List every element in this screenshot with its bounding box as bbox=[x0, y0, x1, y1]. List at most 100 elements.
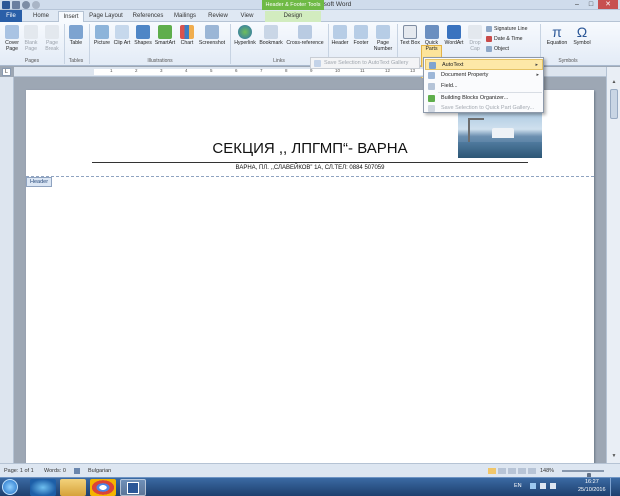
tab-home[interactable]: Home bbox=[28, 11, 54, 22]
separator bbox=[230, 24, 231, 64]
print-layout-icon[interactable] bbox=[488, 468, 496, 474]
quick-parts-button[interactable]: Quick Parts bbox=[421, 25, 442, 52]
hyperlink-button[interactable]: Hyperlink bbox=[232, 25, 258, 46]
shapes-button[interactable]: Shapes bbox=[133, 25, 153, 46]
drop-cap-button[interactable]: Drop Cap bbox=[466, 25, 484, 52]
zoom-level[interactable]: 148% bbox=[540, 468, 554, 474]
signature-line-button[interactable]: Signature Line bbox=[486, 26, 527, 32]
tray-flag-icon[interactable] bbox=[530, 483, 536, 489]
date-time-button[interactable]: Date & Time bbox=[486, 36, 523, 42]
page-break-button[interactable]: Page Break bbox=[42, 25, 62, 52]
close-button[interactable]: ✕ bbox=[598, 0, 618, 9]
file-explorer-icon[interactable] bbox=[60, 479, 86, 496]
blank-page-icon bbox=[24, 25, 38, 39]
scroll-thumb[interactable] bbox=[610, 89, 618, 119]
header-address[interactable]: ВАРНА, ПЛ. ,,СЛАВЕЙКОВ” 1А, СЛ.ТЕЛ: 0884… bbox=[26, 165, 594, 171]
header-title[interactable]: СЕКЦИЯ ,, ЛПГМП“- ВАРНА bbox=[26, 140, 594, 157]
separator bbox=[89, 24, 90, 64]
cross-reference-icon bbox=[298, 25, 312, 39]
footer-button[interactable]: Footer bbox=[351, 25, 371, 46]
text-box-icon bbox=[403, 25, 417, 39]
ruler-number: 1 bbox=[110, 68, 113, 73]
chrome-icon[interactable] bbox=[90, 479, 116, 496]
ruler-number: 2 bbox=[135, 68, 138, 73]
blank-page-button[interactable]: Blank Page bbox=[22, 25, 40, 52]
bookmark-button[interactable]: Bookmark bbox=[258, 25, 284, 46]
internet-explorer-icon[interactable] bbox=[30, 479, 56, 496]
quick-parts-menu: AutoText ▸ Document Property ▸ Field... Bu… bbox=[423, 57, 544, 113]
clip-art-button[interactable]: Clip Art bbox=[113, 25, 131, 46]
equation-button[interactable]: π Equation bbox=[543, 25, 571, 46]
status-bar: Page: 1 of 1 Words: 0 Bulgarian 148% bbox=[0, 463, 620, 481]
tab-page-layout[interactable]: Page Layout bbox=[88, 11, 124, 22]
tab-design[interactable]: Design bbox=[265, 11, 321, 22]
status-words[interactable]: Words: 0 bbox=[44, 468, 66, 474]
header-button[interactable]: Header bbox=[330, 25, 350, 46]
calendar-icon bbox=[486, 36, 492, 42]
text-box-button[interactable]: Text Box bbox=[400, 25, 420, 46]
word-icon bbox=[127, 482, 139, 494]
menu-item-document-property[interactable]: Document Property ▸ bbox=[425, 70, 543, 81]
table-button[interactable]: Table bbox=[66, 25, 86, 46]
group-symbols-label: Symbols bbox=[558, 58, 578, 64]
building-blocks-icon bbox=[428, 95, 435, 102]
cross-reference-button[interactable]: Cross-reference bbox=[285, 25, 325, 46]
save-selection-autotext-item: Save Selection to AutoText Gallery bbox=[310, 57, 420, 69]
vertical-ruler[interactable] bbox=[0, 77, 14, 463]
menu-item-autotext[interactable]: AutoText ▸ bbox=[425, 59, 543, 70]
picture-button[interactable]: Picture bbox=[92, 25, 112, 46]
vertical-scrollbar[interactable]: ▲ ▼ bbox=[606, 67, 620, 463]
symbol-button[interactable]: Ω Symbol bbox=[572, 25, 592, 46]
wordart-button[interactable]: WordArt bbox=[443, 25, 465, 46]
cover-page-button[interactable]: Cover Page bbox=[3, 25, 21, 52]
tray-date[interactable]: 25/10/2016 bbox=[578, 487, 606, 493]
tab-references[interactable]: References bbox=[130, 11, 166, 22]
start-button[interactable] bbox=[2, 479, 18, 495]
screenshot-button[interactable]: Screenshot bbox=[197, 25, 227, 46]
full-screen-reading-icon[interactable] bbox=[498, 468, 506, 474]
page-number-icon bbox=[376, 25, 390, 39]
tab-mailings[interactable]: Mailings bbox=[170, 11, 200, 22]
bookmark-icon bbox=[264, 25, 278, 39]
ruler-number: 4 bbox=[185, 68, 188, 73]
group-pages-label: Pages bbox=[24, 58, 40, 64]
quick-parts-icon bbox=[424, 25, 439, 39]
menu-item-field[interactable]: Field... bbox=[425, 81, 543, 92]
tray-network-icon[interactable] bbox=[540, 483, 546, 489]
word-taskbar-icon[interactable] bbox=[120, 479, 146, 496]
drop-cap-icon bbox=[468, 25, 482, 39]
draft-icon[interactable] bbox=[528, 468, 536, 474]
omega-icon: Ω bbox=[576, 24, 588, 40]
taskbar: EN 16:27 25/10/2016 bbox=[0, 477, 620, 496]
outline-icon[interactable] bbox=[518, 468, 526, 474]
web-layout-icon[interactable] bbox=[508, 468, 516, 474]
minimize-button[interactable]: – bbox=[570, 0, 584, 9]
smartart-button[interactable]: SmartArt bbox=[153, 25, 177, 46]
tab-view[interactable]: View bbox=[236, 11, 258, 22]
show-desktop-button[interactable] bbox=[610, 478, 620, 496]
scroll-up-icon[interactable]: ▲ bbox=[610, 79, 618, 87]
page-number-button[interactable]: Page Number bbox=[372, 25, 394, 52]
ruler-number: 5 bbox=[210, 68, 213, 73]
status-language[interactable]: Bulgarian bbox=[88, 468, 111, 474]
zoom-slider[interactable] bbox=[562, 470, 604, 481]
status-page[interactable]: Page: 1 of 1 bbox=[4, 468, 34, 474]
page[interactable]: СЕКЦИЯ ,, ЛПГМП“- ВАРНА ВАРНА, ПЛ. ,,СЛА… bbox=[26, 90, 594, 470]
scroll-down-icon[interactable]: ▼ bbox=[610, 453, 618, 461]
menu-item-save-selection[interactable]: Save Selection to Quick Part Gallery... bbox=[425, 103, 543, 114]
maximize-button[interactable]: □ bbox=[584, 0, 598, 9]
proofing-icon[interactable] bbox=[74, 468, 80, 474]
tab-selector[interactable]: L bbox=[2, 68, 11, 76]
tray-time[interactable]: 16:27 bbox=[585, 479, 599, 485]
tab-review[interactable]: Review bbox=[205, 11, 231, 22]
ruler-number: 7 bbox=[260, 68, 263, 73]
chart-button[interactable]: Chart bbox=[178, 25, 196, 46]
group-tables-label: Tables bbox=[68, 58, 84, 64]
header-icon bbox=[333, 25, 347, 39]
field-icon bbox=[428, 83, 435, 90]
tab-file[interactable]: File bbox=[0, 10, 22, 22]
tray-volume-icon[interactable] bbox=[550, 483, 556, 489]
signature-icon bbox=[486, 26, 492, 32]
object-button[interactable]: Object bbox=[486, 46, 509, 52]
tray-language[interactable]: EN bbox=[514, 483, 522, 489]
